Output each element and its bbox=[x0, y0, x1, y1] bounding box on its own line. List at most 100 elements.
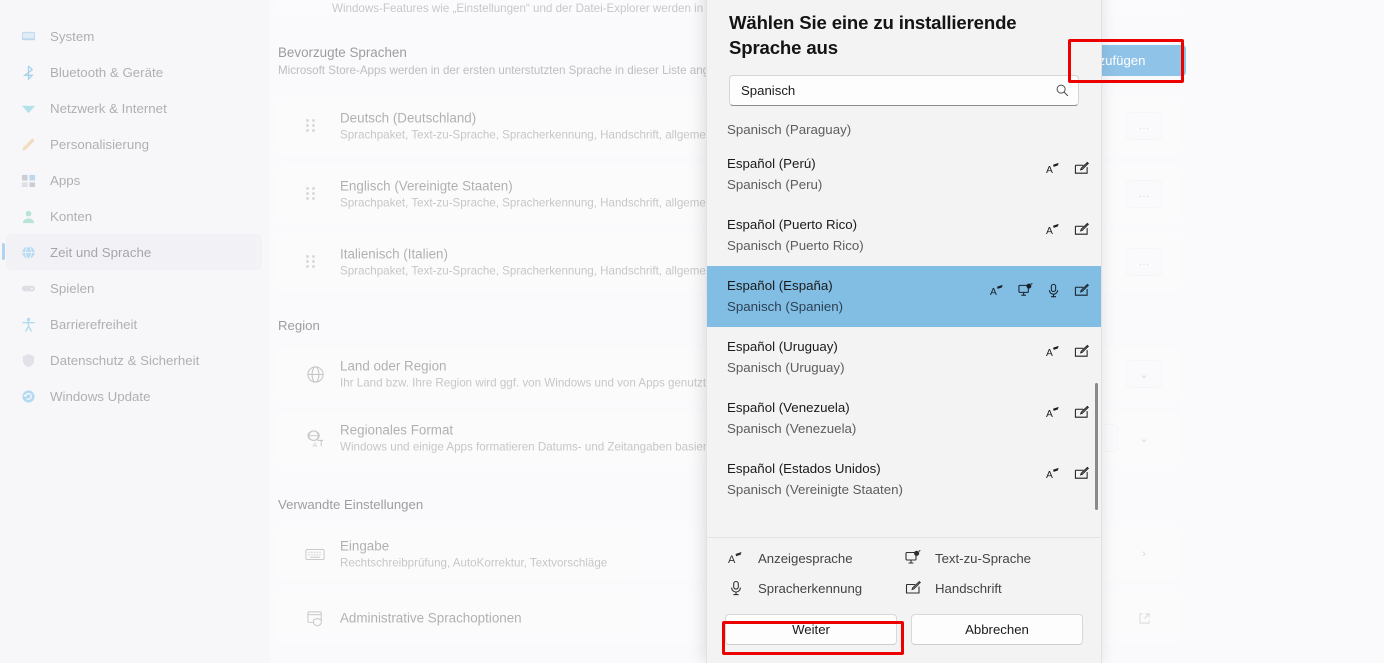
language-features: Sprachpaket, Text-zu-Sprache, Spracherke… bbox=[340, 196, 742, 210]
sidebar-item-label: Apps bbox=[50, 172, 81, 188]
row-title: Regionales Format bbox=[340, 422, 454, 438]
add-language-dialog: Wählen Sie eine zu installierende Sprach… bbox=[706, 0, 1102, 663]
sidebar-item-label: Datenschutz & Sicherheit bbox=[50, 352, 200, 368]
microphone-icon bbox=[727, 580, 745, 596]
svg-text:A: A bbox=[312, 442, 317, 448]
language-native-name: Español (Uruguay) bbox=[727, 339, 838, 355]
language-native-name: Español (Perú) bbox=[727, 156, 816, 172]
language-feature-icons: A bbox=[1046, 222, 1089, 242]
chevron-right-icon[interactable]: › bbox=[1126, 540, 1162, 568]
language-search-box[interactable] bbox=[729, 74, 1079, 106]
shield-icon bbox=[20, 352, 37, 369]
settings-window: System Bluetooth & Geräte Netzwerk & Int… bbox=[0, 0, 1384, 663]
sidebar-item-bluetooth[interactable]: Bluetooth & Geräte bbox=[6, 54, 262, 90]
sidebar-item-label: Barrierefreiheit bbox=[50, 316, 138, 332]
row-title: Eingabe bbox=[340, 538, 390, 554]
sidebar-item-label: Konten bbox=[50, 208, 93, 224]
chevron-down-icon-secondary[interactable]: ⌄ bbox=[1126, 424, 1162, 452]
row-subtitle: Rechtschreibprüfung, AutoKorrektur, Text… bbox=[340, 556, 608, 570]
svg-text:A: A bbox=[1046, 470, 1053, 481]
display-language-icon: A bbox=[1046, 222, 1061, 242]
language-name: Italienisch (Italien) bbox=[340, 246, 448, 262]
external-link-icon[interactable] bbox=[1126, 604, 1162, 632]
sidebar-item-system[interactable]: System bbox=[6, 18, 262, 54]
microphone-icon bbox=[1046, 283, 1061, 303]
handwriting-icon bbox=[1074, 466, 1089, 486]
drag-handle-icon[interactable] bbox=[306, 187, 316, 201]
language-more-button[interactable]: … bbox=[1126, 248, 1162, 276]
chevron-down-icon[interactable]: ⌄ bbox=[1126, 360, 1162, 388]
row-title: Administrative Sprachoptionen bbox=[340, 610, 522, 626]
cancel-button[interactable]: Abbrechen bbox=[911, 614, 1083, 645]
language-translated-name: Spanisch (Paraguay) bbox=[727, 121, 852, 137]
language-list-item[interactable]: Español (Uruguay) Spanisch (Uruguay) A bbox=[707, 327, 1101, 388]
sidebar-item-privacy-security[interactable]: Datenschutz & Sicherheit bbox=[6, 342, 262, 378]
svg-text:A: A bbox=[1046, 409, 1053, 420]
svg-text:A: A bbox=[1046, 165, 1053, 176]
language-list-item[interactable]: Español (Puerto Rico) Spanisch (Puerto R… bbox=[707, 205, 1101, 266]
svg-text:A: A bbox=[1046, 226, 1053, 237]
sidebar-item-network[interactable]: Netzwerk & Internet bbox=[6, 90, 262, 126]
sidebar-item-accessibility[interactable]: Barrierefreiheit bbox=[6, 306, 262, 342]
handwriting-icon bbox=[1074, 161, 1089, 181]
sidebar-item-label: Windows Update bbox=[50, 388, 151, 404]
preferred-languages-heading: Bevorzugte Sprachen bbox=[278, 45, 407, 60]
next-button[interactable]: Weiter bbox=[725, 614, 897, 645]
language-translated-name: Spanisch (Peru) bbox=[727, 176, 823, 192]
language-list[interactable]: Spanisch (Paraguay) Español (Perú) Spani… bbox=[707, 119, 1101, 537]
language-native-name: Español (Estados Unidos) bbox=[727, 461, 881, 477]
sidebar-item-label: Zeit und Sprache bbox=[50, 244, 152, 260]
dialog-header: Wählen Sie eine zu installierende Sprach… bbox=[707, 0, 1101, 61]
sidebar-item-personalization[interactable]: Personalisierung bbox=[6, 126, 262, 162]
language-list-item[interactable]: Spanisch (Paraguay) bbox=[707, 120, 1101, 145]
language-more-button[interactable]: … bbox=[1126, 112, 1162, 140]
language-list-item[interactable]: Español (Estados Unidos) Spanisch (Verei… bbox=[707, 449, 1101, 510]
drag-handle-icon[interactable] bbox=[306, 119, 316, 133]
sidebar-item-label: Netzwerk & Internet bbox=[50, 100, 167, 116]
svg-text:A: A bbox=[990, 287, 997, 298]
sidebar-item-time-and-language[interactable]: Zeit und Sprache bbox=[2, 234, 262, 270]
display-language-icon: A bbox=[1046, 161, 1061, 181]
dialog-title: Wählen Sie eine zu installierende Sprach… bbox=[729, 12, 1017, 59]
language-translated-name: Spanisch (Puerto Rico) bbox=[727, 237, 864, 253]
legend-label: Anzeigesprache bbox=[758, 550, 853, 566]
sidebar-item-gaming[interactable]: Spielen bbox=[6, 270, 262, 306]
language-search-input[interactable] bbox=[730, 75, 1078, 105]
legend-label: Spracherkennung bbox=[758, 580, 863, 596]
display-language-icon: A bbox=[1046, 344, 1061, 364]
legend-item-display-language: A Anzeigesprache bbox=[727, 550, 904, 567]
add-language-button[interactable]: zufügen bbox=[1090, 45, 1186, 76]
keyboard-icon bbox=[304, 543, 326, 565]
language-list-item-selected[interactable]: Español (España) Spanisch (Spanien) A bbox=[707, 266, 1101, 328]
language-features: Sprachpaket, Text-zu-Sprache, Spracherke… bbox=[340, 264, 742, 278]
legend-label: Handschrift bbox=[935, 580, 1002, 596]
sidebar-item-label: System bbox=[50, 28, 95, 44]
gamepad-icon bbox=[20, 280, 37, 297]
display-language-icon: A bbox=[990, 283, 1005, 303]
sidebar-item-windows-update[interactable]: Windows Update bbox=[6, 378, 262, 414]
language-translated-name: Spanisch (Uruguay) bbox=[727, 359, 845, 375]
language-native-name: Español (Venezuela) bbox=[727, 400, 850, 416]
language-name: Englisch (Vereinigte Staaten) bbox=[340, 178, 513, 194]
language-more-button[interactable]: … bbox=[1126, 180, 1162, 208]
language-list-scrollbar[interactable] bbox=[1095, 382, 1098, 510]
sidebar-item-apps[interactable]: Apps bbox=[6, 162, 262, 198]
handwriting-icon bbox=[1074, 283, 1089, 303]
feature-legend: A Anzeigesprache Text-zu-Sprache Sprache… bbox=[707, 537, 1101, 604]
row-title: Land oder Region bbox=[340, 358, 447, 374]
svg-text:A: A bbox=[1046, 348, 1053, 359]
sidebar-item-label: Personalisierung bbox=[50, 136, 150, 152]
globe-icon bbox=[20, 244, 37, 261]
region-format-icon: A bbox=[304, 427, 326, 449]
language-list-item[interactable]: Español (Perú) Spanisch (Peru) A bbox=[707, 144, 1101, 205]
handwriting-icon bbox=[1074, 405, 1089, 425]
language-list-item[interactable]: Español (Venezuela) Spanisch (Venezuela)… bbox=[707, 388, 1101, 449]
drag-handle-icon[interactable] bbox=[306, 255, 316, 269]
display-language-icon: A bbox=[1046, 405, 1061, 425]
monitor-icon bbox=[20, 28, 37, 45]
add-language-button-label: zufügen bbox=[1098, 53, 1146, 68]
sidebar-item-accounts[interactable]: Konten bbox=[6, 198, 262, 234]
display-language-icon: A bbox=[727, 550, 745, 566]
language-feature-icons: A bbox=[1046, 405, 1089, 425]
person-icon bbox=[20, 208, 37, 225]
